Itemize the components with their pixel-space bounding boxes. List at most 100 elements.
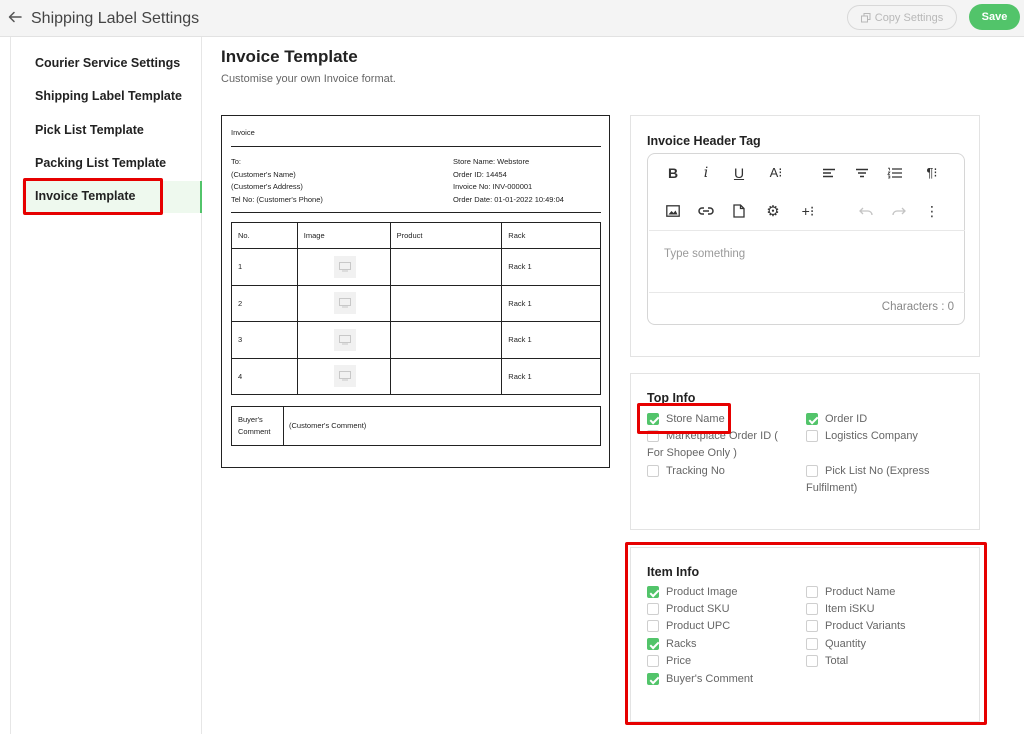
italic-icon[interactable]: i <box>697 164 715 182</box>
settings-icon[interactable]: ⚙ <box>764 202 782 220</box>
invoice-title: Invoice <box>231 128 255 137</box>
invoice-to-line: (Customer's Name) <box>231 169 296 179</box>
invoice-to-line: To: <box>231 157 242 166</box>
checkbox-box[interactable] <box>647 465 659 477</box>
insert-icon[interactable]: +⁝ <box>797 202 819 220</box>
editor-placeholder: Type something <box>664 248 746 260</box>
copy-settings-label: Copy Settings <box>874 11 944 24</box>
highlight-box-item-info <box>625 542 987 725</box>
align-left-icon[interactable] <box>820 164 838 182</box>
comment-label-line: Buyer's <box>238 415 263 424</box>
invoice-header-tag-panel: Invoice Header Tag B i U A⁝ ¶⁝ ⚙ +⁝ ⋮ Ty… <box>630 115 980 357</box>
comment-label-line: Comment <box>238 427 271 436</box>
back-arrow-icon[interactable] <box>7 9 23 25</box>
sidebar-item-pick-list-template[interactable]: Pick List Template <box>35 123 144 137</box>
editor-divider <box>649 230 965 231</box>
table-row: 2 Rack 1 <box>231 284 601 322</box>
checkbox-pick-list-no[interactable]: Pick List No (Express Fulfilment) <box>806 463 956 497</box>
invoice-comment-box: Buyer's Comment (Customer's Comment) <box>231 406 601 446</box>
column-header: Rack <box>501 222 601 249</box>
column-header: Image <box>296 222 391 249</box>
comment-value: (Customer's Comment) <box>289 421 367 430</box>
section-title: Invoice Template <box>221 47 358 66</box>
rich-text-editor[interactable]: B i U A⁝ ¶⁝ ⚙ +⁝ ⋮ Type something Charac… <box>647 153 965 325</box>
invoice-customer-info: To: (Customer's Name) (Customer's Addres… <box>231 156 323 206</box>
comment-label: Buyer's Comment <box>232 407 284 445</box>
row-number: 3 <box>231 321 298 359</box>
character-count: Characters : 0 <box>881 301 954 313</box>
link-icon[interactable] <box>697 202 715 220</box>
highlight-box-invoice-template <box>23 178 163 215</box>
copy-settings-button[interactable]: Copy Settings <box>847 5 957 30</box>
invoice-store-line: Order ID: 14454 <box>453 169 507 179</box>
row-rack: Rack 1 <box>501 248 601 286</box>
checkbox-label: Pick List No (Express Fulfilment) <box>806 465 930 494</box>
invoice-items-table: No. Image Product Rack 1 Rack 1 2 Rack 1… <box>231 222 601 395</box>
invoice-divider <box>231 212 601 213</box>
copy-icon <box>860 12 871 22</box>
row-number: 4 <box>231 357 298 395</box>
checkbox-box[interactable] <box>806 430 818 442</box>
bold-icon[interactable]: B <box>664 164 682 182</box>
invoice-store-info: Store Name: Webstore Order ID: 14454 Inv… <box>453 156 564 206</box>
invoice-store-line: Invoice No: INV-000001 <box>453 182 533 191</box>
undo-icon[interactable] <box>857 202 875 220</box>
sidebar-item-courier-service-settings[interactable]: Courier Service Settings <box>35 56 180 70</box>
header-tag-title: Invoice Header Tag <box>647 134 761 148</box>
row-product <box>389 321 503 359</box>
checkbox-box[interactable] <box>806 465 818 477</box>
checkbox-tracking-no[interactable]: Tracking No <box>647 463 725 480</box>
row-number: 1 <box>231 248 298 286</box>
sidebar: Courier Service Settings Shipping Label … <box>10 37 202 734</box>
row-image <box>296 248 391 286</box>
row-image <box>296 357 391 395</box>
invoice-to-line: (Customer's Address) <box>231 182 303 191</box>
top-bar: Shipping Label Settings Copy Settings Sa… <box>0 0 1024 37</box>
checkbox-label: Order ID <box>825 413 868 425</box>
row-image <box>296 284 391 322</box>
save-button[interactable]: Save <box>969 4 1020 30</box>
sidebar-item-shipping-label-template[interactable]: Shipping Label Template <box>35 89 182 103</box>
checkbox-label: Logistics Company <box>825 430 918 442</box>
highlight-box-store-name <box>637 403 731 434</box>
checkbox-order-id[interactable]: Order ID <box>806 411 867 428</box>
image-placeholder-icon <box>333 255 356 278</box>
image-placeholder-icon <box>333 292 356 315</box>
invoice-store-line: Order Date: 01-01-2022 10:49:04 <box>453 194 564 204</box>
invoice-divider <box>231 146 601 147</box>
editor-divider <box>649 292 965 293</box>
checkbox-logistics-company[interactable]: Logistics Company <box>806 428 918 445</box>
table-row: 1 Rack 1 <box>231 248 601 286</box>
checkbox-label: Tracking No <box>666 465 725 477</box>
table-row: 4 Rack 1 <box>231 357 601 395</box>
row-product <box>389 357 503 395</box>
checkbox-box[interactable] <box>806 413 818 425</box>
row-number: 2 <box>231 284 298 322</box>
align-center-icon[interactable] <box>853 164 871 182</box>
row-product <box>389 284 503 322</box>
row-rack: Rack 1 <box>501 357 601 395</box>
underline-icon[interactable]: U <box>730 164 748 182</box>
image-placeholder-icon <box>333 328 356 351</box>
file-icon[interactable] <box>730 202 748 220</box>
image-icon[interactable] <box>664 202 682 220</box>
invoice-to-line: Tel No: (Customer's Phone) <box>231 194 323 204</box>
row-rack: Rack 1 <box>501 321 601 359</box>
row-rack: Rack 1 <box>501 284 601 322</box>
font-size-icon[interactable]: A⁝ <box>765 164 787 182</box>
table-header-row: No. Image Product Rack <box>231 222 601 249</box>
row-image <box>296 321 391 359</box>
redo-icon[interactable] <box>890 202 908 220</box>
table-row: 3 Rack 1 <box>231 321 601 359</box>
invoice-store-line: Store Name: Webstore <box>453 157 530 166</box>
top-info-panel: Top Info Store Name Order ID Marketplace… <box>630 373 980 530</box>
paragraph-icon[interactable]: ¶⁝ <box>921 164 943 182</box>
more-icon[interactable]: ⋮ <box>923 202 941 220</box>
image-placeholder-icon <box>333 365 356 388</box>
invoice-preview: Invoice To: (Customer's Name) (Customer'… <box>221 115 610 468</box>
ordered-list-icon[interactable] <box>886 164 904 182</box>
column-header: Product <box>389 222 503 249</box>
page-title: Shipping Label Settings <box>31 10 200 27</box>
column-header: No. <box>231 222 298 249</box>
sidebar-item-packing-list-template[interactable]: Packing List Template <box>35 156 166 170</box>
